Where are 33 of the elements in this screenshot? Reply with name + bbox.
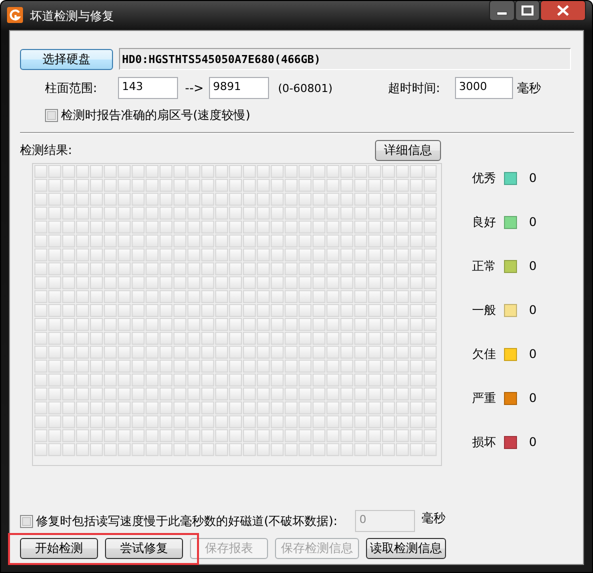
action-button[interactable]: 开始检测 (20, 538, 98, 559)
cylinder-range-label: 柱面范围: (45, 80, 98, 96)
unit-label: 毫秒 (421, 510, 446, 527)
legend-count: 0 (529, 215, 537, 229)
timeout-field[interactable]: 3000 (455, 77, 513, 99)
legend-count: 0 (529, 303, 537, 317)
legend-count: 0 (529, 391, 537, 405)
legend-label: 欠佳 (472, 346, 496, 362)
select-disk-button[interactable]: 选择硬盘 (20, 48, 113, 70)
checkbox-label: 修复时包括读写速度慢于此毫秒数的好磁道(不破坏数据): (36, 512, 338, 530)
range-end-field[interactable]: 9891 (209, 77, 269, 99)
timeout-label: 超时时间: (388, 80, 442, 96)
checkbox-label: 检测时报告准确的扇区号(速度较慢) (61, 107, 250, 124)
legend-count: 0 (529, 171, 537, 185)
legend-count: 0 (529, 347, 537, 361)
legend-label: 良好 (472, 214, 496, 230)
legend-label: 损坏 (472, 434, 496, 450)
range-arrow: --> (185, 81, 205, 95)
unit-label: 毫秒 (517, 80, 541, 96)
window-title: 坏道检测与修复 (30, 8, 114, 25)
results-label: 检测结果: (20, 142, 72, 159)
range-hint: (0-60801) (278, 82, 334, 94)
action-button[interactable]: 读取检测信息 (366, 538, 446, 559)
legend-label: 优秀 (472, 170, 496, 186)
disk-info-field: HD0:HGSTHTS545050A7E680(466GB) (119, 48, 571, 70)
legend-label: 严重 (472, 390, 496, 406)
legend-count: 0 (529, 259, 537, 273)
legend-label: 一般 (472, 302, 496, 318)
legend-label: 正常 (472, 258, 496, 274)
legend-count: 0 (529, 435, 537, 449)
range-start-field[interactable]: 143 (118, 77, 178, 99)
details-button[interactable]: 详细信息 (375, 140, 441, 161)
action-button[interactable]: 尝试修复 (105, 538, 183, 559)
